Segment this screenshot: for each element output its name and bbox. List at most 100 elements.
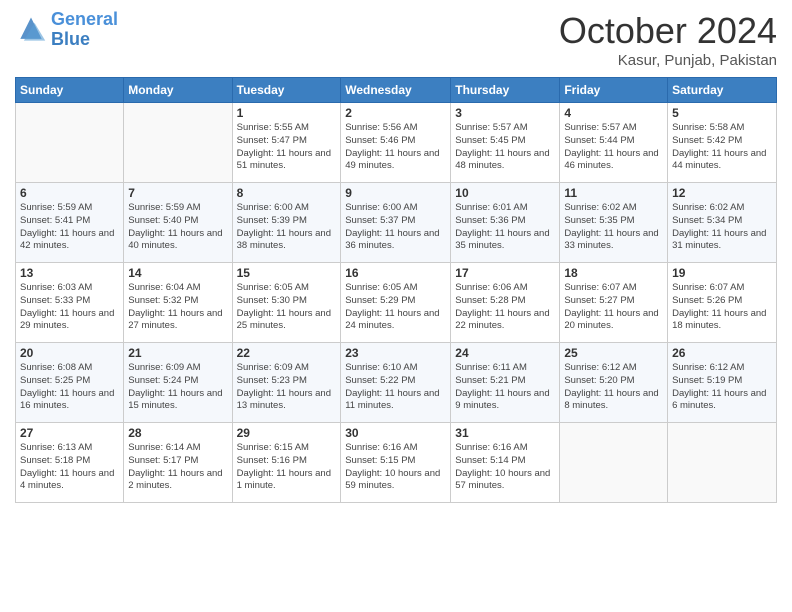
page: General Blue October 2024 Kasur, Punjab,… [0,0,792,612]
calendar-cell: 29 Sunrise: 6:15 AM Sunset: 5:16 PM Dayli… [232,423,341,503]
day-info: Sunrise: 6:05 AM Sunset: 5:29 PM Dayligh… [345,282,446,333]
day-info: Sunrise: 6:06 AM Sunset: 5:28 PM Dayligh… [455,282,555,333]
day-number: 18 [564,266,663,280]
day-number: 9 [345,186,446,200]
day-number: 31 [455,426,555,440]
day-number: 24 [455,346,555,360]
calendar-cell: 1Sunrise: 5:55 AM Sunset: 5:47 PM Daylig… [232,103,341,183]
calendar-cell: 17Sunrise: 6:06 AM Sunset: 5:28 PM Dayli… [451,263,560,343]
logo-icon [15,14,47,46]
calendar-cell: 18 Sunrise: 6:07 AM Sunset: 5:27 PM Dayli… [560,263,668,343]
logo-text: General Blue [51,10,118,50]
calendar-cell: 14 Sunrise: 6:04 AM Sunset: 5:32 PM Dayli… [124,263,232,343]
day-info: Sunrise: 6:13 AM Sunset: 5:18 PM Dayligh… [20,442,119,493]
location-subtitle: Kasur, Punjab, Pakistan [559,52,777,69]
day-number: 15 [237,266,337,280]
calendar-cell: 2 Sunrise: 5:56 AM Sunset: 5:46 PM Daylig… [341,103,451,183]
day-of-week-header: Tuesday [232,78,341,103]
day-info: Sunrise: 6:04 AM Sunset: 5:32 PM Dayligh… [128,282,227,333]
calendar-cell: 4 Sunrise: 5:57 AM Sunset: 5:44 PM Daylig… [560,103,668,183]
header-row: SundayMondayTuesdayWednesdayThursdayFrid… [16,78,777,103]
day-info: Sunrise: 6:16 AM Sunset: 5:14 PM Dayligh… [455,442,555,493]
day-of-week-header: Sunday [16,78,124,103]
calendar-cell: 11 Sunrise: 6:02 AM Sunset: 5:35 PM Dayli… [560,183,668,263]
day-number: 14 [128,266,227,280]
day-of-week-header: Monday [124,78,232,103]
day-number: 23 [345,346,446,360]
calendar-week-row: 13Sunrise: 6:03 AM Sunset: 5:33 PM Dayli… [16,263,777,343]
calendar-header: SundayMondayTuesdayWednesdayThursdayFrid… [16,78,777,103]
header: General Blue October 2024 Kasur, Punjab,… [15,10,777,69]
day-number: 22 [237,346,337,360]
calendar-cell: 5 Sunrise: 5:58 AM Sunset: 5:42 PM Daylig… [668,103,777,183]
day-info: Sunrise: 5:55 AM Sunset: 5:47 PM Dayligh… [237,122,337,173]
day-number: 4 [564,106,663,120]
day-info: Sunrise: 6:00 AM Sunset: 5:39 PM Dayligh… [237,202,337,253]
calendar-cell: 15 Sunrise: 6:05 AM Sunset: 5:30 PM Dayli… [232,263,341,343]
day-number: 5 [672,106,772,120]
calendar-cell: 28 Sunrise: 6:14 AM Sunset: 5:17 PM Dayli… [124,423,232,503]
calendar-week-row: 27 Sunrise: 6:13 AM Sunset: 5:18 PM Dayli… [16,423,777,503]
calendar-cell [124,103,232,183]
day-info: Sunrise: 6:03 AM Sunset: 5:33 PM Dayligh… [20,282,119,333]
title-block: October 2024 Kasur, Punjab, Pakistan [559,10,777,69]
calendar-week-row: 6 Sunrise: 5:59 AM Sunset: 5:41 PM Daylig… [16,183,777,263]
calendar-cell: 24 Sunrise: 6:11 AM Sunset: 5:21 PM Dayli… [451,343,560,423]
day-number: 12 [672,186,772,200]
day-number: 11 [564,186,663,200]
day-info: Sunrise: 5:56 AM Sunset: 5:46 PM Dayligh… [345,122,446,173]
day-info: Sunrise: 6:08 AM Sunset: 5:25 PM Dayligh… [20,362,119,413]
day-number: 2 [345,106,446,120]
logo: General Blue [15,10,118,50]
day-info: Sunrise: 6:01 AM Sunset: 5:36 PM Dayligh… [455,202,555,253]
calendar-week-row: 20 Sunrise: 6:08 AM Sunset: 5:25 PM Dayli… [16,343,777,423]
day-info: Sunrise: 6:05 AM Sunset: 5:30 PM Dayligh… [237,282,337,333]
day-number: 27 [20,426,119,440]
day-info: Sunrise: 6:11 AM Sunset: 5:21 PM Dayligh… [455,362,555,413]
day-number: 21 [128,346,227,360]
day-number: 8 [237,186,337,200]
day-number: 7 [128,186,227,200]
day-number: 20 [20,346,119,360]
day-number: 3 [455,106,555,120]
day-of-week-header: Thursday [451,78,560,103]
day-info: Sunrise: 5:58 AM Sunset: 5:42 PM Dayligh… [672,122,772,173]
calendar-cell: 27 Sunrise: 6:13 AM Sunset: 5:18 PM Dayli… [16,423,124,503]
day-number: 30 [345,426,446,440]
day-info: Sunrise: 6:09 AM Sunset: 5:24 PM Dayligh… [128,362,227,413]
calendar-cell: 22Sunrise: 6:09 AM Sunset: 5:23 PM Dayli… [232,343,341,423]
day-info: Sunrise: 5:57 AM Sunset: 5:45 PM Dayligh… [455,122,555,173]
calendar-cell: 21 Sunrise: 6:09 AM Sunset: 5:24 PM Dayli… [124,343,232,423]
day-info: Sunrise: 5:59 AM Sunset: 5:41 PM Dayligh… [20,202,119,253]
day-number: 26 [672,346,772,360]
day-info: Sunrise: 6:07 AM Sunset: 5:27 PM Dayligh… [564,282,663,333]
day-info: Sunrise: 6:12 AM Sunset: 5:20 PM Dayligh… [564,362,663,413]
calendar-cell: 10 Sunrise: 6:01 AM Sunset: 5:36 PM Dayli… [451,183,560,263]
day-info: Sunrise: 5:57 AM Sunset: 5:44 PM Dayligh… [564,122,663,173]
calendar-cell: 30 Sunrise: 6:16 AM Sunset: 5:15 PM Dayli… [341,423,451,503]
calendar-cell: 20 Sunrise: 6:08 AM Sunset: 5:25 PM Dayli… [16,343,124,423]
day-number: 25 [564,346,663,360]
calendar-week-row: 1Sunrise: 5:55 AM Sunset: 5:47 PM Daylig… [16,103,777,183]
calendar-cell: 13Sunrise: 6:03 AM Sunset: 5:33 PM Dayli… [16,263,124,343]
day-number: 28 [128,426,227,440]
day-number: 19 [672,266,772,280]
calendar-body: 1Sunrise: 5:55 AM Sunset: 5:47 PM Daylig… [16,103,777,503]
day-of-week-header: Friday [560,78,668,103]
day-info: Sunrise: 6:14 AM Sunset: 5:17 PM Dayligh… [128,442,227,493]
day-info: Sunrise: 6:15 AM Sunset: 5:16 PM Dayligh… [237,442,337,493]
day-info: Sunrise: 6:16 AM Sunset: 5:15 PM Dayligh… [345,442,446,493]
day-info: Sunrise: 6:02 AM Sunset: 5:35 PM Dayligh… [564,202,663,253]
day-number: 29 [237,426,337,440]
calendar-cell: 23Sunrise: 6:10 AM Sunset: 5:22 PM Dayli… [341,343,451,423]
day-info: Sunrise: 6:00 AM Sunset: 5:37 PM Dayligh… [345,202,446,253]
day-number: 10 [455,186,555,200]
calendar-cell: 9 Sunrise: 6:00 AM Sunset: 5:37 PM Daylig… [341,183,451,263]
calendar-cell: 19 Sunrise: 6:07 AM Sunset: 5:26 PM Dayli… [668,263,777,343]
day-of-week-header: Wednesday [341,78,451,103]
day-info: Sunrise: 6:07 AM Sunset: 5:26 PM Dayligh… [672,282,772,333]
day-number: 6 [20,186,119,200]
calendar-cell: 3 Sunrise: 5:57 AM Sunset: 5:45 PM Daylig… [451,103,560,183]
calendar-table: SundayMondayTuesdayWednesdayThursdayFrid… [15,77,777,503]
calendar-cell: 31 Sunrise: 6:16 AM Sunset: 5:14 PM Dayli… [451,423,560,503]
